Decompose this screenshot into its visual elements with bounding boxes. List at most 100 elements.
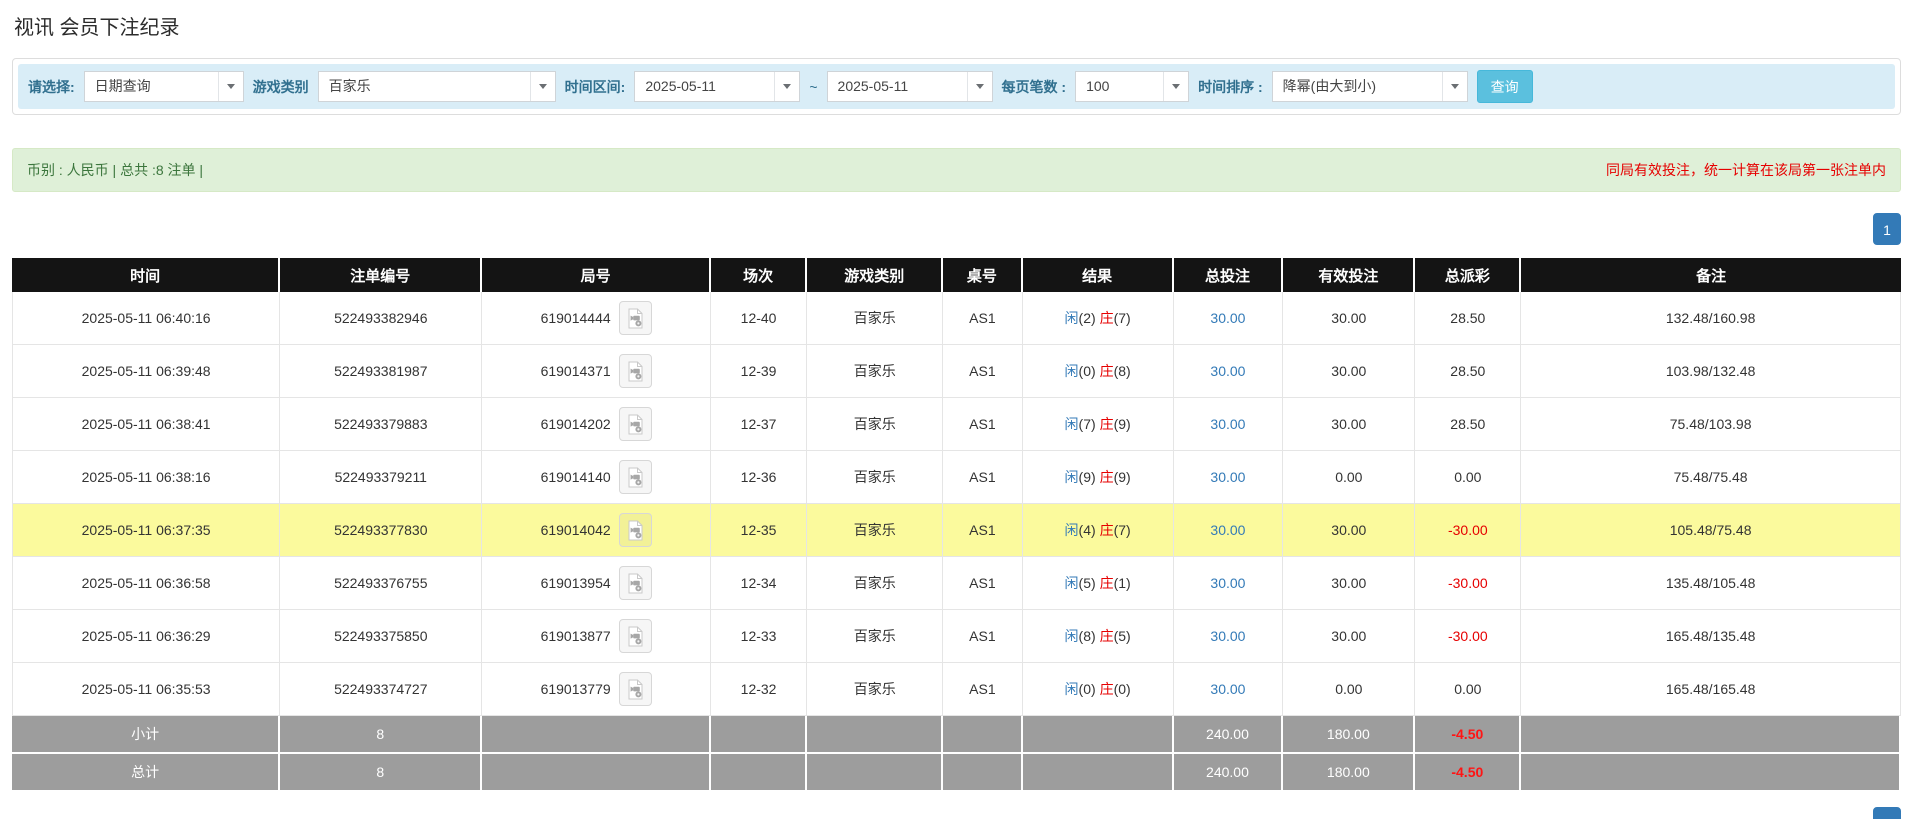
page-number-button[interactable]: 1 <box>1873 213 1901 245</box>
total-bet-link[interactable]: 30.00 <box>1210 575 1245 591</box>
result-banker-label: 庄 <box>1100 681 1114 697</box>
chevron-down-icon[interactable] <box>1163 72 1188 101</box>
cell-result: 闲(7) 庄(9) <box>1023 398 1174 451</box>
result-banker-score: (7) <box>1114 522 1131 538</box>
chevron-down-icon[interactable] <box>774 72 799 101</box>
payout-value: 0.00 <box>1454 681 1481 697</box>
footer-total-bet: 240.00 <box>1174 716 1284 754</box>
round-id-text: 619013779 <box>541 681 611 697</box>
cell-time: 2025-05-11 06:40:16 <box>12 292 280 345</box>
table-footer-row: 小计8240.00180.00-4.50 <box>12 716 1901 754</box>
total-bet-link[interactable]: 30.00 <box>1210 469 1245 485</box>
cell-result: 闲(5) 庄(1) <box>1023 557 1174 610</box>
cell-table-no: AS1 <box>943 610 1022 663</box>
cell-total-bet: 30.00 <box>1174 345 1284 398</box>
game-type-select[interactable]: 百家乐 <box>318 71 556 102</box>
cell-total-bet: 30.00 <box>1174 504 1284 557</box>
round-id-text: 619014202 <box>541 416 611 432</box>
result-player-label: 闲 <box>1065 310 1079 326</box>
result-banker-label: 庄 <box>1100 628 1114 644</box>
date-type-label: 请选择: <box>28 77 75 97</box>
video-icon <box>626 679 645 700</box>
date-type-select[interactable]: 日期查询 <box>84 71 244 102</box>
result-player-score: (0) <box>1079 363 1096 379</box>
cell-session: 12-39 <box>711 345 807 398</box>
chevron-down-icon[interactable] <box>1442 72 1467 101</box>
footer-empty-cell <box>711 716 807 754</box>
video-icon <box>626 308 645 329</box>
result-player-score: (5) <box>1079 575 1096 591</box>
cell-payout: 0.00 <box>1415 451 1521 504</box>
chevron-down-icon[interactable] <box>530 72 555 101</box>
cell-bet-id: 522493382946 <box>280 292 482 345</box>
table-row: 2025-05-11 06:37:35522493377830619014042… <box>12 504 1901 557</box>
video-replay-button[interactable] <box>619 513 652 547</box>
cell-result: 闲(0) 庄(0) <box>1023 663 1174 716</box>
result-banker-label: 庄 <box>1100 416 1114 432</box>
cell-time: 2025-05-11 06:38:41 <box>12 398 280 451</box>
video-replay-button[interactable] <box>619 301 652 335</box>
result-banker-score: (5) <box>1114 628 1131 644</box>
cell-result: 闲(9) 庄(9) <box>1023 451 1174 504</box>
cell-time: 2025-05-11 06:39:48 <box>12 345 280 398</box>
video-replay-button[interactable] <box>619 354 652 388</box>
sort-order-select[interactable]: 降幂(由大到小) <box>1272 71 1468 102</box>
cell-bet-id: 522493379883 <box>280 398 482 451</box>
cell-valid-bet: 30.00 <box>1283 504 1415 557</box>
video-icon <box>626 520 645 541</box>
cell-payout: 0.00 <box>1415 663 1521 716</box>
video-replay-button[interactable] <box>619 619 652 653</box>
video-replay-button[interactable] <box>619 566 652 600</box>
sort-order-label: 时间排序 : <box>1198 77 1263 97</box>
cell-bet-id: 522493381987 <box>280 345 482 398</box>
payout-value: -30.00 <box>1448 628 1488 644</box>
footer-empty-cell <box>807 716 943 754</box>
cell-remark: 103.98/132.48 <box>1521 345 1901 398</box>
time-range-label: 时间区间: <box>565 77 626 97</box>
total-bet-link[interactable]: 30.00 <box>1210 681 1245 697</box>
footer-valid-bet: 180.00 <box>1283 716 1415 754</box>
footer-label: 小计 <box>12 716 280 754</box>
video-replay-button[interactable] <box>619 672 652 706</box>
cell-valid-bet: 0.00 <box>1283 663 1415 716</box>
video-replay-button[interactable] <box>619 460 652 494</box>
table-header-row: 时间注单编号局号场次游戏类别桌号结果总投注有效投注总派彩备注 <box>12 258 1901 292</box>
table-row: 2025-05-11 06:38:16522493379211619014140… <box>12 451 1901 504</box>
date-from-value: 2025-05-11 <box>635 72 774 101</box>
table-row: 2025-05-11 06:39:48522493381987619014371… <box>12 345 1901 398</box>
video-replay-button[interactable] <box>619 407 652 441</box>
page-size-select[interactable]: 100 <box>1075 71 1189 102</box>
cell-game-type: 百家乐 <box>807 292 943 345</box>
date-to-input[interactable]: 2025-05-11 <box>827 71 993 102</box>
total-bet-link[interactable]: 30.00 <box>1210 416 1245 432</box>
footer-empty-cell <box>807 754 943 792</box>
chevron-down-icon[interactable] <box>967 72 992 101</box>
column-header: 桌号 <box>943 258 1022 292</box>
total-bet-link[interactable]: 30.00 <box>1210 522 1245 538</box>
payout-value: 28.50 <box>1450 416 1485 432</box>
cell-total-bet: 30.00 <box>1174 398 1284 451</box>
search-button[interactable]: 查询 <box>1477 70 1533 103</box>
footer-empty-cell <box>1521 754 1901 792</box>
page-number-button[interactable]: 1 <box>1873 807 1901 819</box>
cell-remark: 105.48/75.48 <box>1521 504 1901 557</box>
cell-bet-id: 522493377830 <box>280 504 482 557</box>
payout-value: 28.50 <box>1450 363 1485 379</box>
total-bet-link[interactable]: 30.00 <box>1210 310 1245 326</box>
cell-time: 2025-05-11 06:37:35 <box>12 504 280 557</box>
result-banker-label: 庄 <box>1100 469 1114 485</box>
table-row: 2025-05-11 06:36:58522493376755619013954… <box>12 557 1901 610</box>
payout-value: 28.50 <box>1450 310 1485 326</box>
chevron-down-icon[interactable] <box>218 72 243 101</box>
date-from-input[interactable]: 2025-05-11 <box>634 71 800 102</box>
table-row: 2025-05-11 06:38:41522493379883 619014202… <box>12 398 1901 451</box>
result-player-score: (7) <box>1079 416 1096 432</box>
video-icon <box>626 361 645 382</box>
total-bet-link[interactable]: 30.00 <box>1210 363 1245 379</box>
total-bet-link[interactable]: 30.00 <box>1210 628 1245 644</box>
result-banker-score: (9) <box>1114 416 1131 432</box>
result-banker-score: (7) <box>1114 310 1131 326</box>
cell-remark: 165.48/135.48 <box>1521 610 1901 663</box>
pagination-bottom: 1 <box>12 807 1901 819</box>
result-player-score: (8) <box>1079 628 1096 644</box>
